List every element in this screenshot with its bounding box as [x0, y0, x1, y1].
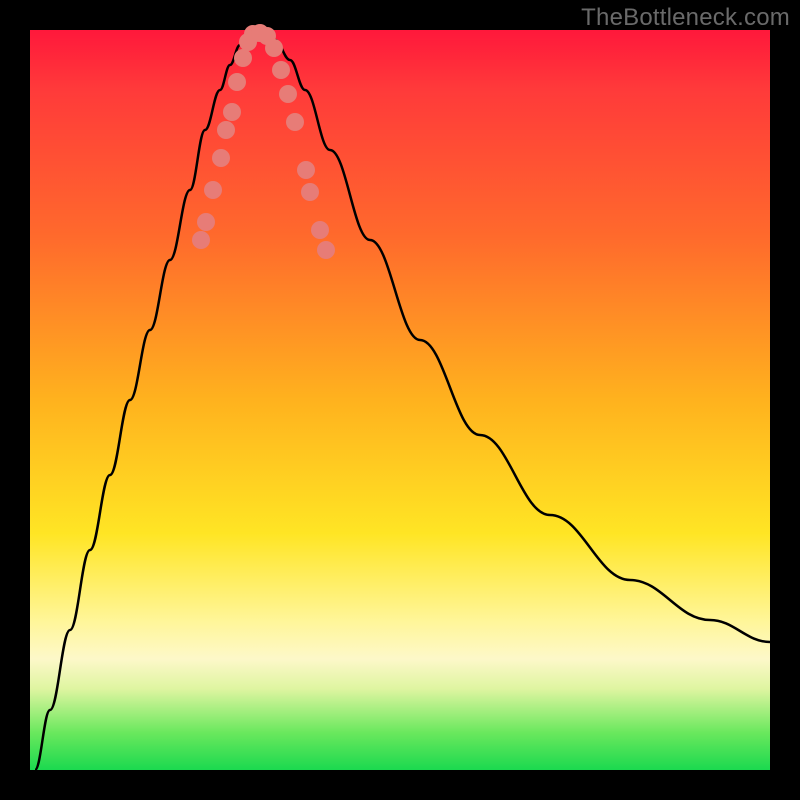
- plot-area: [30, 30, 770, 770]
- marker-dot: [204, 181, 222, 199]
- marker-dot: [192, 231, 210, 249]
- marker-points: [192, 24, 335, 259]
- marker-dot: [317, 241, 335, 259]
- marker-dot: [279, 85, 297, 103]
- marker-dot: [217, 121, 235, 139]
- marker-dot: [272, 61, 290, 79]
- curve-layer: [30, 30, 770, 770]
- marker-dot: [286, 113, 304, 131]
- left-branch-curve: [35, 32, 250, 770]
- marker-dot: [223, 103, 241, 121]
- marker-dot: [234, 49, 252, 67]
- marker-dot: [197, 213, 215, 231]
- marker-dot: [265, 39, 283, 57]
- marker-dot: [228, 73, 246, 91]
- right-branch-curve: [265, 32, 770, 642]
- marker-dot: [297, 161, 315, 179]
- chart-stage: TheBottleneck.com: [0, 0, 800, 800]
- watermark-text: TheBottleneck.com: [581, 4, 790, 32]
- marker-dot: [301, 183, 319, 201]
- marker-dot: [212, 149, 230, 167]
- marker-dot: [311, 221, 329, 239]
